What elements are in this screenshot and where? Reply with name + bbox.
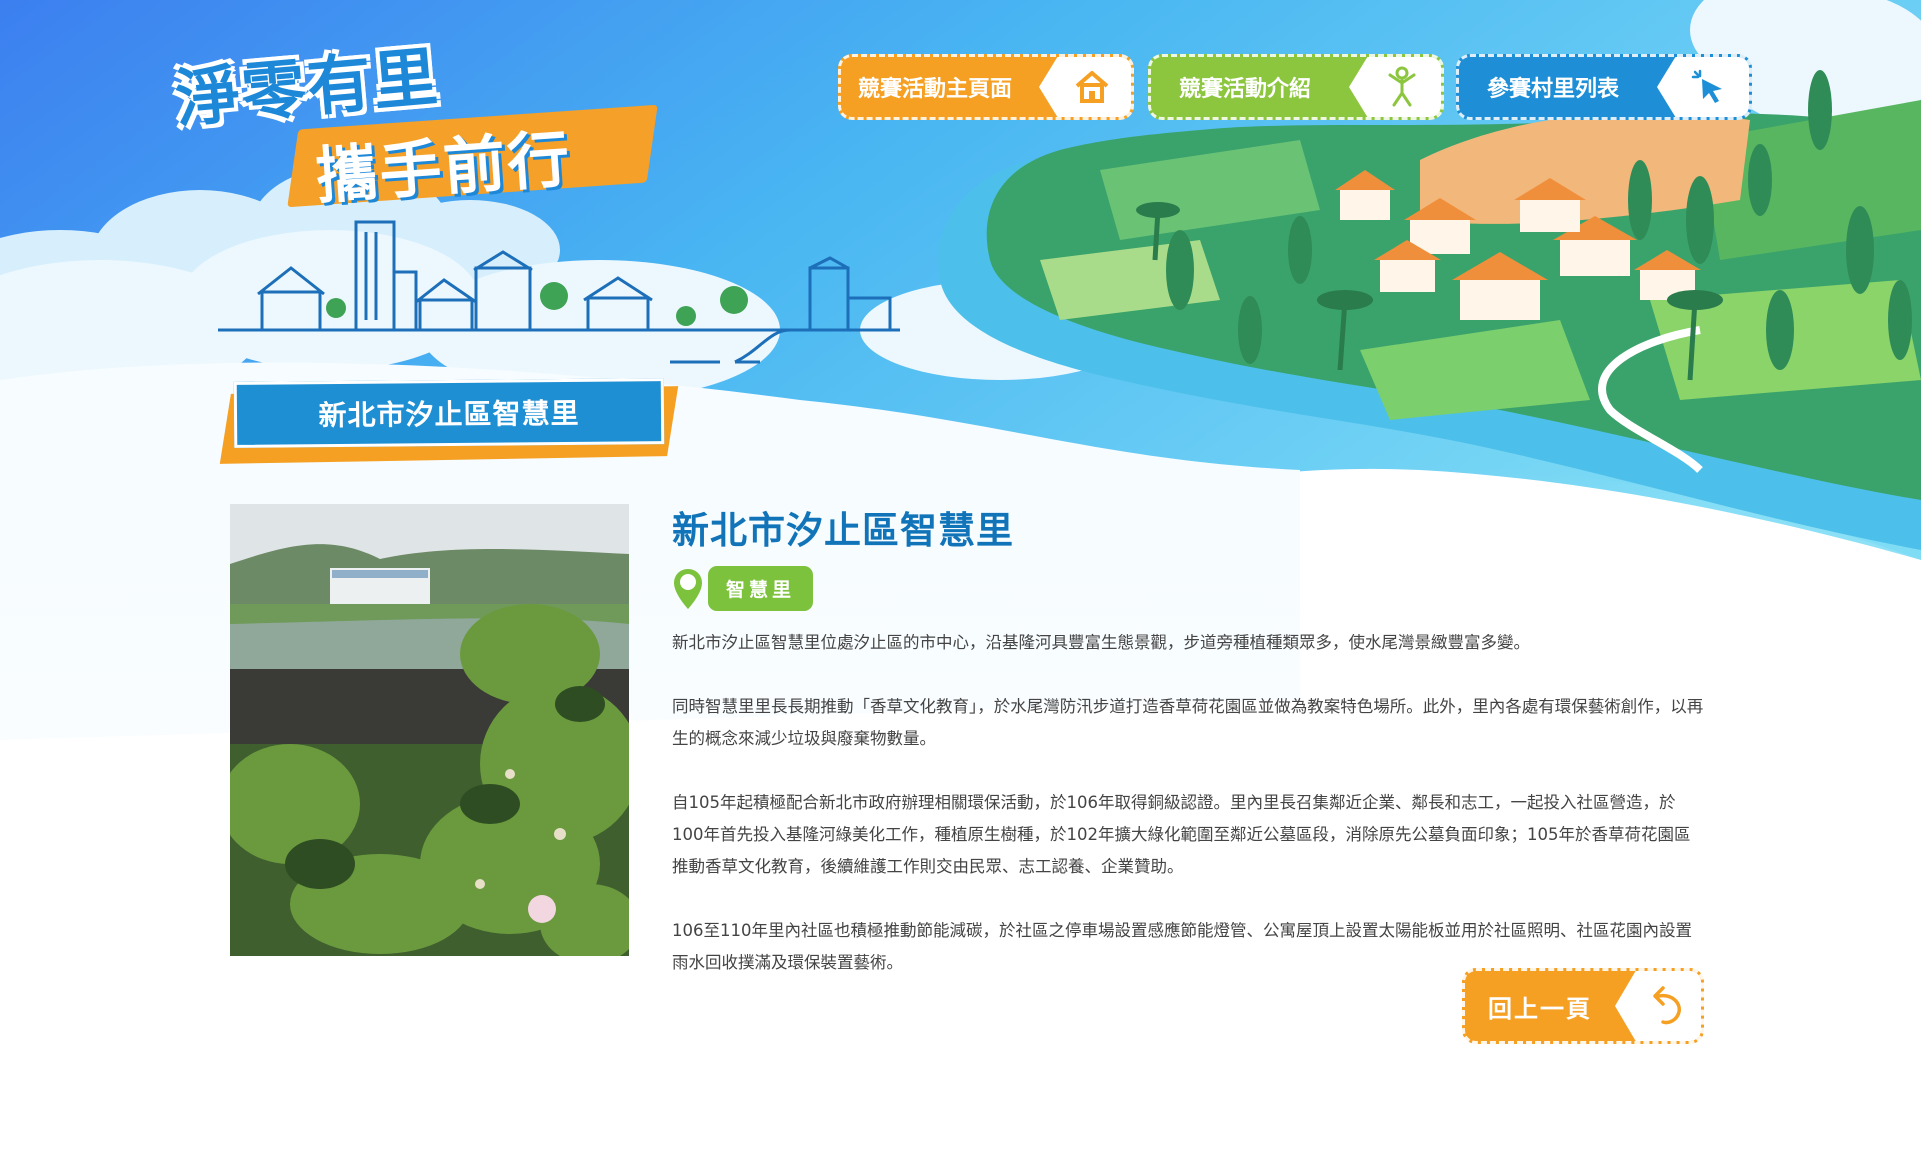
article-paragraph-1: 新北市汐止區智慧里位處汐止區的市中心，沿基隆河具豐富生態景觀，步道旁種植種類眾多… — [672, 633, 1530, 652]
article-paragraph-3: 自105年起積極配合新北市政府辦理相關環保活動，於106年取得銅級認證。里內里長… — [672, 793, 1691, 876]
site-logo[interactable]: 淨零有里 攜手前行 — [170, 25, 670, 215]
return-arrow-icon — [1615, 971, 1701, 1041]
nav-list-button[interactable]: 參賽村里列表 — [1456, 54, 1752, 120]
article-content: 新北市汐止區智慧里 智慧里 新北市汐止區智慧里位處汐止區的市中心，沿基隆河具豐富… — [672, 500, 1704, 1011]
nav-list-label: 參賽村里列表 — [1486, 77, 1619, 102]
back-button[interactable]: 回上一頁 — [1462, 968, 1704, 1044]
section-title-banner: 新北市汐止區智慧里 — [212, 376, 692, 476]
home-icon — [1039, 57, 1131, 117]
cursor-click-icon — [1657, 57, 1749, 117]
village-tag[interactable]: 智慧里 — [708, 566, 814, 611]
person-icon — [1349, 57, 1441, 117]
tag-row: 智慧里 — [672, 566, 1704, 611]
nav-home-label: 競賽活動主頁面 — [857, 77, 1012, 102]
logo-line2: 攜手前行 — [313, 122, 574, 213]
nav-intro-button[interactable]: 競賽活動介紹 — [1148, 54, 1444, 120]
back-label: 回上一頁 — [1488, 994, 1592, 1023]
article-paragraph-2: 同時智慧里里長長期推動「香草文化教育」，於水尾灣防汛步道打造香草荷花園區並做為教… — [672, 697, 1704, 748]
location-pin-icon — [674, 568, 702, 609]
nav-intro-label: 競賽活動介紹 — [1178, 77, 1311, 102]
banner-blue-panel: 新北市汐止區智慧里 — [233, 378, 665, 448]
village-photo — [230, 504, 629, 956]
banner-title: 新北市汐止區智慧里 — [318, 396, 580, 433]
article-title: 新北市汐止區智慧里 — [672, 509, 1014, 552]
nav-home-button[interactable]: 競賽活動主頁面 — [838, 54, 1134, 120]
